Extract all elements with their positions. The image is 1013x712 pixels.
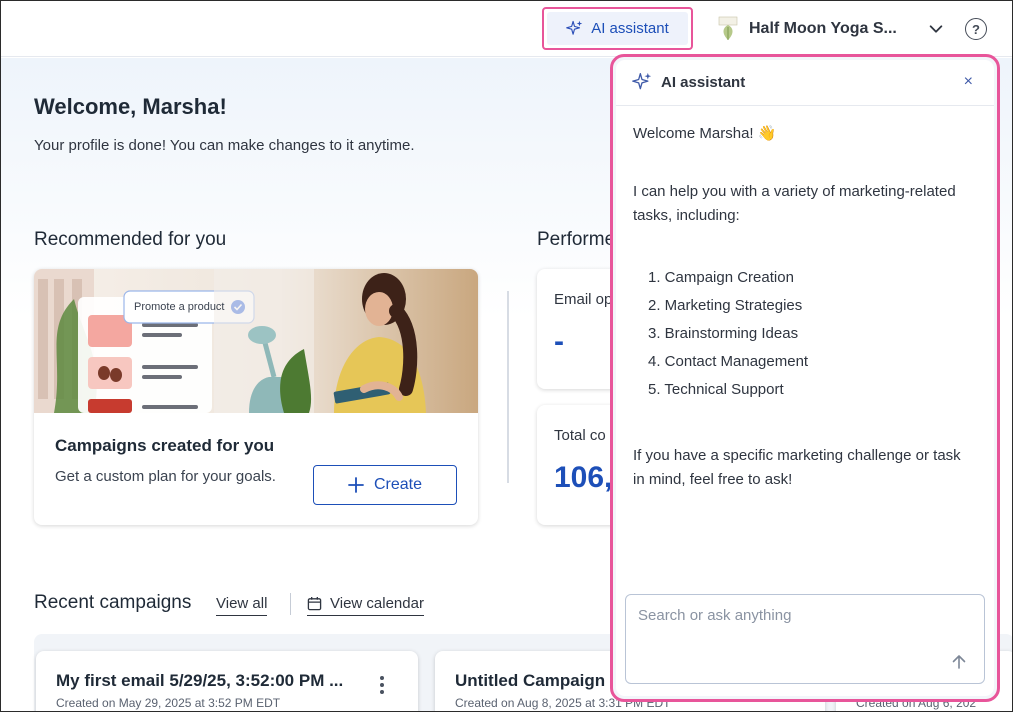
ai-assistant-panel-body: AI assistant × Welcome Marsha! 👋 I can h… [616, 60, 994, 696]
campaign-card-subtitle: Get a custom plan for your goals. [55, 468, 276, 485]
view-all-link[interactable]: View all [216, 595, 268, 616]
ai-assistant-panel: AI assistant × Welcome Marsha! 👋 I can h… [610, 54, 1000, 702]
assistant-intro: I can help you with a variety of marketi… [633, 183, 956, 224]
create-button-label: Create [373, 476, 423, 493]
list-item: 3. Brainstorming Ideas [648, 325, 799, 342]
campaign-meta: Created on May 29, 2025 at 3:52 PM EDT [56, 696, 281, 710]
top-bar: AI assistant Half Moon Yoga S... ? [1, 1, 1012, 57]
list-item: 5. Technical Support [648, 381, 784, 398]
section-divider [507, 291, 509, 483]
list-item: 1. Campaign Creation [648, 269, 794, 286]
promote-badge: Promote a product [134, 301, 225, 313]
panel-header: AI assistant × [616, 60, 994, 106]
create-button[interactable]: Create [313, 465, 457, 505]
campaign-hero-image [34, 269, 478, 413]
calendar-icon [307, 596, 322, 611]
recommendation-card[interactable]: Promote a product Campaigns created for … [34, 269, 478, 525]
perf-label: Email op [554, 291, 613, 308]
ai-assistant-button-label: AI assistant [591, 20, 669, 37]
account-switcher[interactable]: Half Moon Yoga S... [717, 13, 945, 45]
ai-assistant-button[interactable]: AI assistant [547, 12, 688, 45]
chevron-down-icon[interactable] [927, 20, 945, 38]
campaign-title: My first email 5/29/25, 3:52:00 PM ... [56, 671, 344, 690]
recent-campaigns-heading: Recent campaigns [34, 592, 192, 613]
campaign-card[interactable]: My first email 5/29/25, 3:52:00 PM ... C… [36, 651, 418, 711]
campaign-card-title: Campaigns created for you [55, 436, 275, 455]
sparkle-icon [566, 20, 583, 35]
send-arrow-icon[interactable] [950, 653, 968, 671]
close-icon[interactable]: × [964, 73, 973, 91]
page-title: Welcome, Marsha! [34, 94, 227, 119]
perf-value: - [554, 325, 564, 358]
app-window: AI assistant Half Moon Yoga S... ? Welco… [0, 0, 1013, 712]
assistant-task-list: 1. Campaign Creation 2. Marketing Strate… [633, 266, 808, 406]
more-options-icon[interactable] [380, 676, 384, 694]
list-item: 2. Marketing Strategies [648, 297, 803, 314]
plus-icon [348, 477, 364, 493]
assistant-outro: If you have a specific marketing challen… [633, 447, 961, 488]
view-calendar-link[interactable]: View calendar [307, 595, 424, 616]
assistant-greeting: Welcome Marsha! 👋 [633, 125, 777, 142]
leaf-logo-icon [717, 16, 739, 42]
welcome-subtitle: Your profile is done! You can make chang… [34, 137, 415, 154]
perf-value: 106, [554, 461, 613, 494]
sparkle-icon [632, 72, 652, 90]
assistant-input-box[interactable] [625, 594, 985, 684]
panel-title: AI assistant [661, 74, 746, 91]
assistant-search-input[interactable] [638, 607, 968, 624]
recommended-heading: Recommended for you [34, 229, 227, 250]
view-calendar-label: View calendar [330, 595, 424, 612]
ai-assistant-highlight: AI assistant [542, 7, 693, 50]
help-icon[interactable]: ? [965, 18, 987, 40]
perf-label: Total co [554, 427, 606, 444]
performance-heading: Performe [537, 229, 616, 250]
account-name: Half Moon Yoga S... [749, 20, 897, 37]
list-item: 4. Contact Management [648, 353, 809, 370]
campaign-title: Untitled Campaign [455, 671, 606, 690]
link-separator [290, 593, 291, 615]
